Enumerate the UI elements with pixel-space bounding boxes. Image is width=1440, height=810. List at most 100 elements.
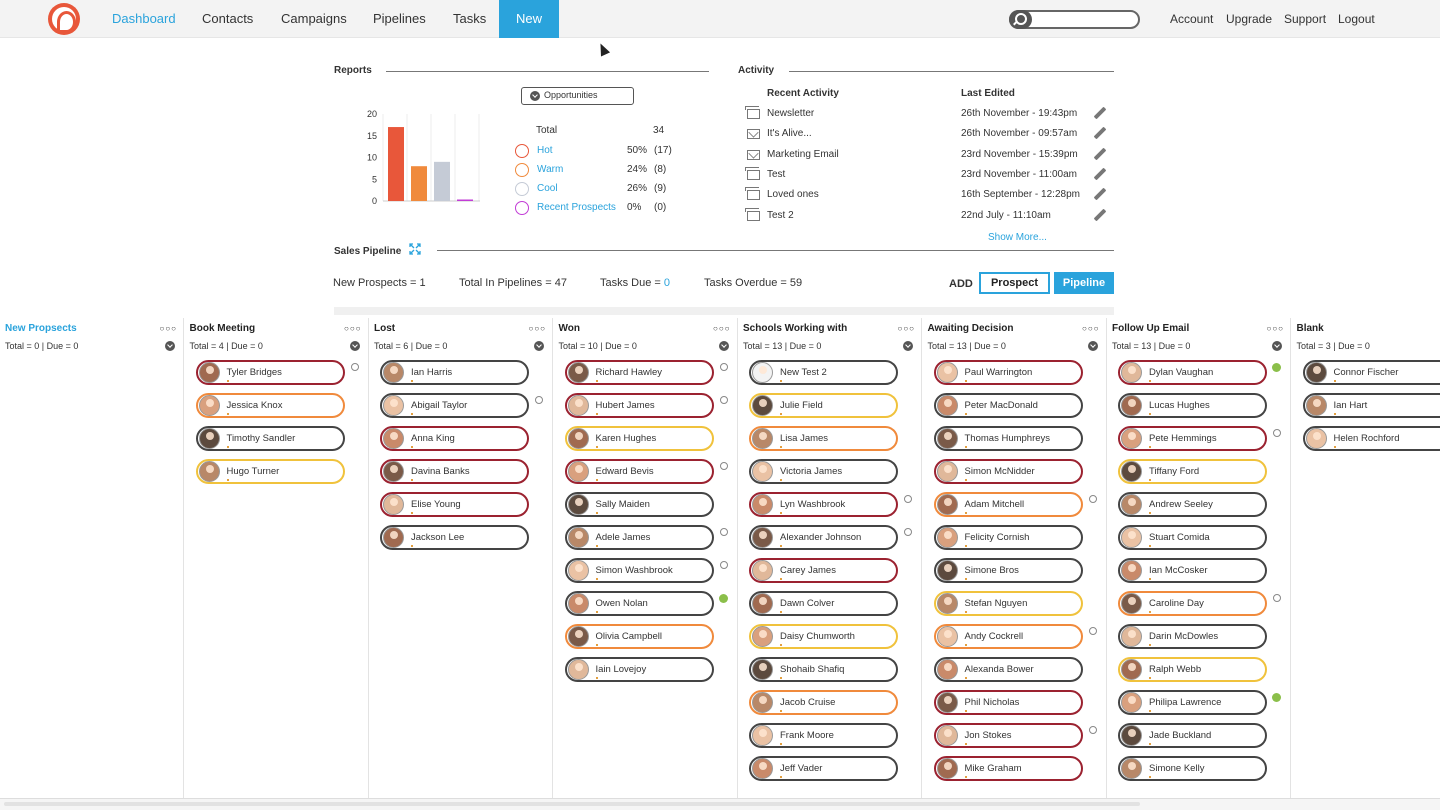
contact-card[interactable]: Richard Hawley bbox=[564, 360, 714, 385]
contact-card[interactable]: Tyler Bridges bbox=[195, 360, 345, 385]
horizontal-scrollbar[interactable] bbox=[0, 798, 1440, 810]
contact-card[interactable]: Ian Harris bbox=[380, 360, 529, 385]
nav-support[interactable]: Support bbox=[1284, 0, 1326, 38]
contact-card[interactable]: Anna King bbox=[380, 426, 529, 451]
contact-card[interactable]: Timothy Sandler bbox=[195, 426, 345, 451]
alarm-clock-icon[interactable] bbox=[719, 528, 728, 536]
contact-card[interactable]: Tiffany Ford bbox=[1118, 459, 1267, 484]
pencil-icon[interactable] bbox=[1093, 126, 1107, 140]
contact-card[interactable]: Dawn Colver bbox=[749, 591, 898, 616]
contact-card[interactable]: Jon Stokes bbox=[933, 723, 1083, 748]
contact-card[interactable]: Helen Rochford bbox=[1302, 426, 1440, 451]
contact-card[interactable]: Carey James bbox=[749, 558, 898, 583]
column-collapse-icon[interactable] bbox=[534, 341, 544, 351]
contact-card[interactable]: Peter MacDonald bbox=[933, 393, 1083, 418]
nav-new[interactable]: New bbox=[499, 0, 559, 38]
contact-card[interactable]: Adele James bbox=[564, 525, 714, 550]
column-collapse-icon[interactable] bbox=[903, 341, 913, 351]
contact-card[interactable]: Victoria James bbox=[749, 459, 898, 484]
contact-card[interactable]: Frank Moore bbox=[749, 723, 898, 748]
contact-card[interactable]: Karen Hughes bbox=[564, 426, 714, 451]
contact-card[interactable]: Jade Buckland bbox=[1118, 723, 1267, 748]
alarm-clock-icon[interactable] bbox=[1088, 726, 1097, 734]
pipeline-column-title[interactable]: Won bbox=[559, 323, 580, 334]
contact-card[interactable]: Ralph Webb bbox=[1118, 657, 1267, 682]
column-options-icon[interactable]: ○○○ bbox=[898, 324, 916, 333]
contact-card[interactable]: Philipa Lawrence bbox=[1118, 690, 1267, 715]
contact-card[interactable]: Dylan Vaughan bbox=[1118, 360, 1267, 385]
activity-row[interactable]: It's Alive... 26th November - 09:57am bbox=[746, 126, 1116, 146]
activity-row[interactable]: Test 23rd November - 11:00am bbox=[745, 166, 1116, 187]
contact-card[interactable]: Caroline Day bbox=[1118, 591, 1267, 616]
contact-card[interactable]: Elise Young bbox=[380, 492, 529, 517]
contact-card[interactable]: Simon Washbrook bbox=[564, 558, 714, 583]
alarm-clock-icon[interactable] bbox=[719, 462, 728, 470]
contact-card[interactable]: Jessica Knox bbox=[195, 393, 345, 418]
contact-card[interactable]: Connor Fischer bbox=[1302, 360, 1440, 385]
contact-card[interactable]: Hugo Turner bbox=[195, 459, 345, 484]
pencil-icon[interactable] bbox=[1093, 208, 1107, 221]
contact-card[interactable]: Lyn Washbrook bbox=[749, 492, 898, 517]
column-options-icon[interactable]: ○○○ bbox=[160, 324, 178, 333]
report-row-label[interactable]: Hot bbox=[537, 145, 553, 156]
contact-card[interactable]: Simone Bros bbox=[933, 558, 1083, 583]
report-row-label[interactable]: Recent Prospects bbox=[537, 202, 616, 213]
contact-card[interactable]: Abigail Taylor bbox=[380, 393, 529, 418]
alarm-clock-icon[interactable] bbox=[1273, 594, 1281, 602]
add-pipeline-button[interactable]: Pipeline bbox=[1054, 272, 1114, 294]
contact-card[interactable]: Iain Lovejoy bbox=[564, 657, 714, 682]
alarm-clock-icon[interactable] bbox=[1088, 627, 1097, 635]
contact-card[interactable]: Lisa James bbox=[749, 426, 898, 451]
activity-name[interactable]: Loved ones bbox=[767, 189, 819, 200]
add-prospect-button[interactable]: Prospect bbox=[979, 272, 1050, 294]
nav-account[interactable]: Account bbox=[1170, 0, 1213, 38]
nav-logout[interactable]: Logout bbox=[1338, 0, 1375, 38]
contact-card[interactable]: Ian McCosker bbox=[1118, 558, 1267, 583]
contact-card[interactable]: Davina Banks bbox=[380, 459, 529, 484]
contact-card[interactable]: Darin McDowles bbox=[1118, 624, 1267, 649]
activity-name[interactable]: Test 2 bbox=[767, 210, 794, 221]
activity-name[interactable]: Marketing Email bbox=[767, 149, 839, 160]
alarm-clock-icon[interactable] bbox=[719, 561, 728, 569]
contact-card[interactable]: Simone Kelly bbox=[1118, 756, 1267, 781]
column-collapse-icon[interactable] bbox=[349, 341, 360, 351]
alarm-clock-icon[interactable] bbox=[1088, 495, 1097, 503]
contact-card[interactable]: Alexanda Bower bbox=[933, 657, 1083, 682]
contact-card[interactable]: Adam Mitchell bbox=[933, 492, 1083, 517]
contact-card[interactable]: Ian Hart bbox=[1302, 393, 1440, 418]
pipeline-column-title[interactable]: Lost bbox=[374, 323, 395, 334]
contact-card[interactable]: Andrew Seeley bbox=[1118, 492, 1267, 517]
contact-card[interactable]: Shohaib Shafiq bbox=[749, 657, 898, 682]
activity-row[interactable]: Marketing Email 23rd November - 15:39pm bbox=[746, 147, 1116, 167]
report-row-label[interactable]: Cool bbox=[537, 183, 558, 194]
contact-card[interactable]: Simon McNidder bbox=[933, 459, 1083, 484]
alarm-clock-icon[interactable] bbox=[904, 495, 912, 503]
nav-dashboard[interactable]: Dashboard bbox=[112, 0, 176, 38]
contact-card[interactable]: Mike Graham bbox=[933, 756, 1083, 781]
contact-card[interactable]: Julie Field bbox=[749, 393, 898, 418]
pipeline-column-title[interactable]: Book Meeting bbox=[190, 323, 256, 334]
pipeline-column-title[interactable]: New Propsects bbox=[5, 323, 77, 334]
contact-card[interactable]: Olivia Campbell bbox=[564, 624, 714, 649]
search-icon[interactable] bbox=[1009, 10, 1032, 29]
column-options-icon[interactable]: ○○○ bbox=[1267, 324, 1285, 333]
show-more-link[interactable]: Show More... bbox=[988, 232, 1047, 243]
contact-card[interactable]: Lucas Hughes bbox=[1118, 393, 1267, 418]
activity-row[interactable]: Newsletter 26th November - 19:43pm bbox=[745, 106, 1116, 126]
contact-card[interactable]: Edward Bevis bbox=[564, 459, 714, 484]
nav-upgrade[interactable]: Upgrade bbox=[1226, 0, 1272, 38]
alarm-clock-icon[interactable] bbox=[719, 363, 728, 371]
column-options-icon[interactable]: ○○○ bbox=[529, 324, 547, 333]
column-options-icon[interactable]: ○○○ bbox=[1082, 324, 1100, 333]
pipeline-column-title[interactable]: Follow Up Email bbox=[1112, 323, 1189, 334]
alarm-clock-icon[interactable] bbox=[904, 528, 912, 536]
contact-card[interactable]: Phil Nicholas bbox=[933, 690, 1083, 715]
activity-row[interactable]: Test 2 22nd July - 11:10am bbox=[745, 207, 1116, 228]
contact-card[interactable]: Stuart Comida bbox=[1118, 525, 1267, 550]
column-collapse-icon[interactable] bbox=[1087, 341, 1098, 351]
column-collapse-icon[interactable] bbox=[718, 341, 729, 351]
contact-card[interactable]: Hubert James bbox=[564, 393, 714, 418]
nav-contacts[interactable]: Contacts bbox=[202, 0, 253, 38]
contact-card[interactable]: Daisy Chumworth bbox=[749, 624, 898, 649]
pencil-icon[interactable] bbox=[1093, 187, 1107, 201]
